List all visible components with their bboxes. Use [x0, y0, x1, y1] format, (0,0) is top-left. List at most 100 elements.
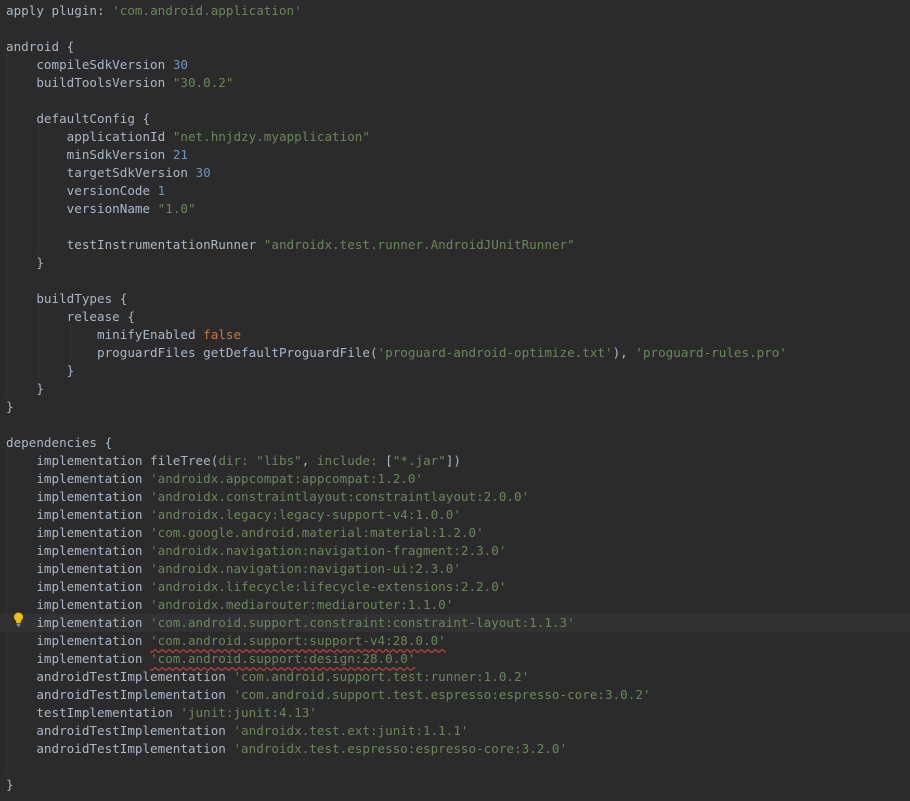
string-token: 'androidx.constraintlayout:constraintlay… — [150, 489, 530, 504]
code-line[interactable]: minifyEnabled false — [0, 326, 910, 344]
code-text: } — [6, 362, 75, 380]
code-line[interactable]: versionName "1.0" — [0, 200, 910, 218]
code-text: implementation 'com.android.support.cons… — [6, 614, 575, 632]
code-line[interactable]: } — [0, 362, 910, 380]
code-line[interactable]: implementation 'com.android.support.cons… — [0, 614, 910, 632]
code-line[interactable]: androidTestImplementation 'androidx.test… — [0, 740, 910, 758]
string-token: 'androidx.lifecycle:lifecycle-extensions… — [150, 579, 507, 594]
code-token: release { — [6, 309, 135, 324]
code-text: androidTestImplementation 'androidx.test… — [6, 722, 469, 740]
code-token: implementation — [6, 525, 151, 540]
code-line[interactable]: testImplementation 'junit:junit:4.13' — [0, 704, 910, 722]
code-token: , — [301, 453, 317, 468]
code-line[interactable]: implementation 'androidx.legacy:legacy-s… — [0, 506, 910, 524]
code-text: } — [6, 380, 44, 398]
code-line[interactable]: } — [0, 776, 910, 794]
code-text: buildTypes { — [6, 290, 127, 308]
deprecated-string-token: 'com.android.support:design:28.0.0' — [150, 651, 416, 666]
code-token: dependencies { — [6, 435, 113, 450]
code-token: compileSdkVersion — [6, 57, 173, 72]
code-text: defaultConfig { — [6, 110, 150, 128]
code-text: implementation 'androidx.legacy:legacy-s… — [6, 506, 461, 524]
code-token: versionName — [6, 201, 158, 216]
code-text: implementation fileTree(dir: "libs", inc… — [6, 452, 461, 470]
code-line[interactable]: android { — [0, 38, 910, 56]
code-text: proguardFiles getDefaultProguardFile('pr… — [6, 344, 787, 362]
code-token: buildTypes { — [6, 291, 128, 306]
string-token: 'com.android.support.constraint:constrai… — [150, 615, 575, 630]
code-line[interactable]: } — [0, 398, 910, 416]
lightbulb-icon[interactable] — [13, 612, 24, 627]
code-line[interactable]: implementation 'androidx.navigation:navi… — [0, 542, 910, 560]
deprecated-string-token: 'com.android.support:support-v4:28.0.0' — [150, 633, 446, 648]
code-text: } — [6, 254, 44, 272]
code-token: implementation fileTree( — [6, 453, 219, 468]
string-token: 'com.android.support.test.espresso:espre… — [233, 687, 651, 702]
code-line[interactable]: implementation fileTree(dir: "libs", inc… — [0, 452, 910, 470]
code-line[interactable]: testInstrumentationRunner "androidx.test… — [0, 236, 910, 254]
code-line[interactable]: targetSdkVersion 30 — [0, 164, 910, 182]
code-line[interactable]: release { — [0, 308, 910, 326]
code-line[interactable]: } — [0, 254, 910, 272]
code-line[interactable]: minSdkVersion 21 — [0, 146, 910, 164]
code-line[interactable]: implementation 'com.android.support:supp… — [0, 632, 910, 650]
string-token: 'androidx.test.ext:junit:1.1.1' — [233, 723, 469, 738]
code-token: ]) — [445, 453, 461, 468]
code-token: implementation — [6, 561, 151, 576]
code-line[interactable]: implementation 'androidx.mediarouter:med… — [0, 596, 910, 614]
string-token: 'androidx.navigation:navigation-ui:2.3.0… — [150, 561, 461, 576]
code-token: implementation — [6, 471, 151, 486]
code-line[interactable]: versionCode 1 — [0, 182, 910, 200]
string-token: 'proguard-rules.pro' — [635, 345, 787, 360]
code-token: [ — [385, 453, 393, 468]
string-token: "libs" — [256, 453, 302, 468]
code-line[interactable]: buildTypes { — [0, 290, 910, 308]
number-token: 21 — [172, 147, 188, 162]
code-text: implementation 'com.android.support:desi… — [6, 650, 415, 668]
code-line[interactable]: buildToolsVersion "30.0.2" — [0, 74, 910, 92]
code-text: versionName "1.0" — [6, 200, 196, 218]
code-editor[interactable]: apply plugin: 'com.android.application' a… — [0, 0, 910, 801]
string-token: "1.0" — [157, 201, 196, 216]
code-line[interactable]: androidTestImplementation 'androidx.test… — [0, 722, 910, 740]
code-line[interactable]: implementation 'androidx.constraintlayou… — [0, 488, 910, 506]
code-line[interactable]: implementation 'com.android.support:desi… — [0, 650, 910, 668]
number-token: 30 — [195, 165, 211, 180]
code-line[interactable]: proguardFiles getDefaultProguardFile('pr… — [0, 344, 910, 362]
code-text: testInstrumentationRunner "androidx.test… — [6, 236, 575, 254]
code-token: implementation — [6, 651, 151, 666]
code-token: } — [6, 777, 14, 792]
code-token: apply plugin: — [6, 3, 113, 18]
code-line[interactable]: androidTestImplementation 'com.android.s… — [0, 668, 910, 686]
code-token: androidTestImplementation — [6, 723, 234, 738]
code-token: } — [6, 381, 44, 396]
code-text: androidTestImplementation 'com.android.s… — [6, 668, 529, 686]
code-text: implementation 'androidx.constraintlayou… — [6, 488, 529, 506]
code-text: implementation 'androidx.appcompat:appco… — [6, 470, 423, 488]
code-line[interactable]: implementation 'androidx.lifecycle:lifec… — [0, 578, 910, 596]
string-token: 'androidx.legacy:legacy-support-v4:1.0.0… — [150, 507, 461, 522]
string-token: 'com.android.application' — [112, 3, 302, 18]
code-line[interactable]: applicationId "net.hnjdzy.myapplication" — [0, 128, 910, 146]
code-line[interactable]: } — [0, 380, 910, 398]
code-text: minSdkVersion 21 — [6, 146, 188, 164]
code-token: versionCode — [6, 183, 158, 198]
code-line[interactable]: androidTestImplementation 'com.android.s… — [0, 686, 910, 704]
code-text: minifyEnabled false — [6, 326, 241, 344]
code-text: } — [6, 398, 14, 416]
code-text: implementation 'androidx.navigation:navi… — [6, 542, 506, 560]
string-token: "net.hnjdzy.myapplication" — [172, 129, 370, 144]
code-token: implementation — [6, 507, 151, 522]
code-line[interactable]: defaultConfig { — [0, 110, 910, 128]
code-text: implementation 'androidx.lifecycle:lifec… — [6, 578, 506, 596]
code-line[interactable]: implementation 'com.google.android.mater… — [0, 524, 910, 542]
number-token: 1 — [157, 183, 166, 198]
code-token: } — [6, 255, 44, 270]
code-line[interactable]: implementation 'androidx.navigation:navi… — [0, 560, 910, 578]
code-line[interactable]: dependencies { — [0, 434, 910, 452]
string-token: "*.jar" — [392, 453, 446, 468]
code-line[interactable]: compileSdkVersion 30 — [0, 56, 910, 74]
code-line[interactable]: implementation 'androidx.appcompat:appco… — [0, 470, 910, 488]
code-text: implementation 'com.android.support:supp… — [6, 632, 446, 650]
code-line[interactable]: apply plugin: 'com.android.application' — [0, 2, 910, 20]
